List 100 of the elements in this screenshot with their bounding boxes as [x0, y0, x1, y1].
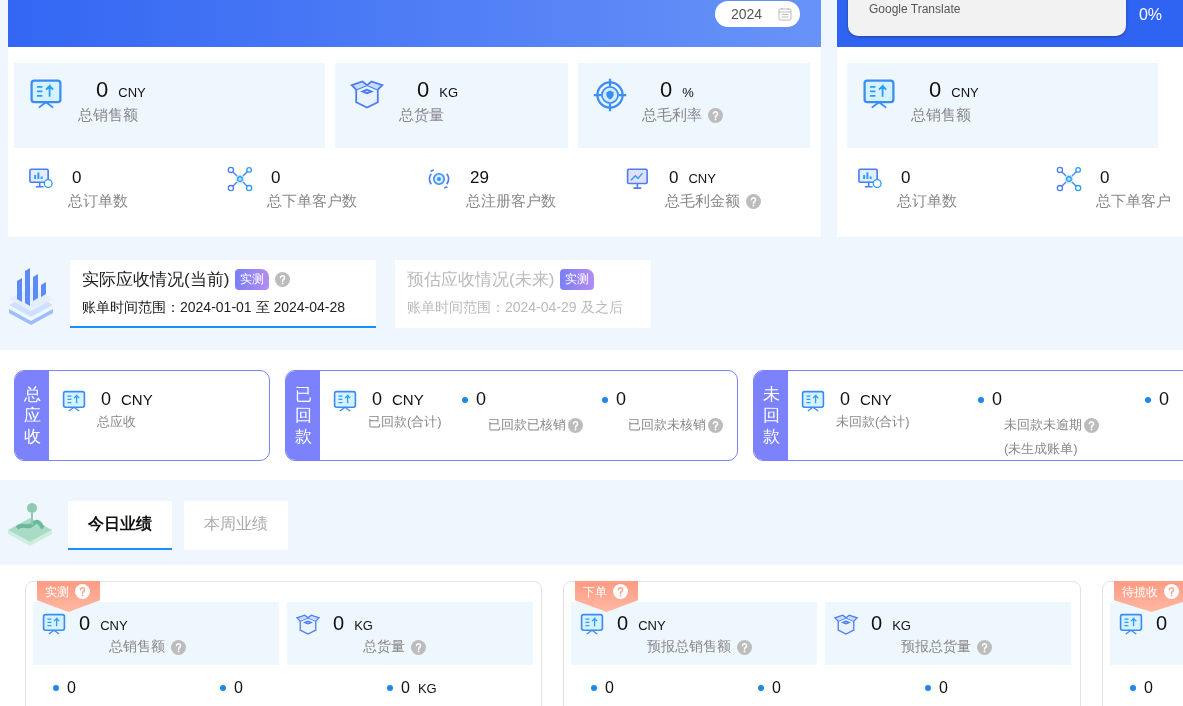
stat-value: 0: [1100, 168, 1110, 188]
metric-unit: CNY: [638, 618, 666, 633]
help-icon[interactable]: [411, 639, 426, 655]
metric-label: 预报总销售额: [647, 638, 731, 656]
box-icon: [295, 612, 321, 638]
stat-value: 0: [401, 679, 410, 697]
metric-label: 总销售额: [109, 638, 165, 656]
amount-note: (未生成账单): [1003, 440, 1079, 458]
performance-tab[interactable]: 今日业绩: [68, 501, 172, 550]
amount-label: 已回款已核销: [488, 416, 566, 434]
metric-value: 0: [617, 612, 629, 635]
amount-value: 0: [992, 389, 1002, 410]
metric-unit: CNY: [951, 85, 979, 100]
ribbon-text: 实测: [45, 584, 69, 601]
amount-label: 已回款(合计): [368, 413, 442, 431]
amount-value: 0: [476, 389, 486, 410]
metric-label: 总货量: [399, 106, 444, 125]
stat-label: 总毛利金额: [665, 192, 740, 211]
bullet-dot: [591, 685, 597, 691]
help-icon[interactable]: [613, 584, 628, 599]
bullet-dot: [758, 685, 764, 691]
bullet-dot: [925, 685, 931, 691]
help-icon[interactable]: [977, 639, 992, 655]
card-side-label: 未回款: [754, 371, 788, 460]
ribbon-text: 待揽收: [1122, 584, 1158, 601]
help-icon[interactable]: [1164, 584, 1179, 599]
tab-title: 预估应收情况(未来): [407, 268, 555, 291]
bullet-dot: [1130, 685, 1136, 691]
metric-unit: %: [682, 85, 694, 100]
calendar-icon: [778, 7, 792, 21]
stat-label: 总订单数: [897, 192, 957, 211]
bullet-dot: [602, 396, 608, 403]
box-icon: [833, 612, 859, 638]
help-icon[interactable]: [737, 639, 752, 655]
help-icon[interactable]: [275, 271, 291, 287]
stat-unit: CNY: [688, 171, 716, 186]
stat-value: 0: [67, 679, 76, 697]
translate-popup: Google Translate: [848, 0, 1126, 36]
metric-value: 0: [1156, 612, 1168, 635]
amount-label: 已回款未核销: [628, 416, 706, 434]
metric-label: 总毛利率: [642, 106, 702, 125]
amount-value: 0: [1159, 389, 1169, 410]
stat-value: 0: [901, 168, 911, 188]
bullet-dot: [387, 685, 393, 691]
stat-value: 0: [1144, 679, 1153, 697]
stat-value: 29: [470, 168, 489, 188]
stat-label: 总下单客户数: [267, 192, 357, 211]
measured-tag: 实测: [560, 268, 595, 290]
card-side-label: 总应收: [15, 371, 49, 460]
help-icon[interactable]: [1084, 417, 1099, 433]
help-icon[interactable]: [746, 194, 761, 209]
amount-label: 总应收: [97, 413, 137, 431]
network-icon: [227, 166, 253, 192]
metric-label: 总销售额: [911, 106, 971, 125]
stat-value: 0: [271, 168, 281, 188]
bullet-dot: [978, 396, 984, 403]
tab-title: 实际应收情况(当前): [82, 268, 230, 291]
help-icon[interactable]: [708, 108, 723, 123]
year-picker[interactable]: 2024: [715, 1, 800, 27]
ribbon-text: 下单: [583, 584, 607, 601]
metric-value: 0: [79, 612, 91, 635]
stat-value: 0: [605, 679, 614, 697]
card-side-label: 已回款: [286, 371, 320, 460]
metric-unit: KG: [892, 618, 911, 633]
bullet-dot: [462, 396, 468, 403]
amount-value: 0: [840, 389, 850, 410]
help-icon[interactable]: [568, 417, 583, 433]
metric-label: 总货量: [363, 638, 405, 656]
help-icon[interactable]: [708, 417, 723, 433]
metric-unit: CNY: [100, 618, 128, 633]
help-icon[interactable]: [171, 639, 186, 655]
metric-unit: KG: [439, 85, 459, 100]
stat-label: 总注册客户数: [466, 192, 556, 211]
stat-value: 0: [72, 168, 82, 188]
amount-value: 0: [616, 389, 626, 410]
date-range-text: 账单时间范围：2024-04-29 及之后: [407, 298, 624, 317]
percent-text: 0%: [1138, 6, 1162, 24]
metric-unit: CNY: [118, 85, 146, 100]
stat-value: 0: [234, 679, 243, 697]
metric-value: 0: [333, 612, 345, 635]
metric-value: 0: [660, 77, 673, 103]
amount-unit: CNY: [392, 391, 424, 408]
amount-label: 未回款(合计): [836, 413, 910, 431]
bullet-dot: [53, 685, 59, 691]
stat-value: 0: [939, 679, 948, 697]
metric-label: 预报总货量: [901, 638, 971, 656]
metric-unit: KG: [354, 618, 373, 633]
orbit-icon: [426, 166, 452, 192]
metric-value: 0: [871, 612, 883, 635]
metric-value: 0: [417, 77, 430, 103]
presentation-icon: [625, 166, 651, 192]
amount-label: 未回款未逾期: [1004, 416, 1082, 434]
network-icon: [1056, 166, 1082, 192]
target-icon: [592, 77, 628, 113]
stat-label: 总下单客户: [1096, 192, 1171, 211]
bullet-dot: [1145, 396, 1151, 403]
help-icon[interactable]: [75, 584, 90, 599]
date-range-text: 账单时间范围：2024-01-01 至 2024-04-28: [82, 298, 346, 317]
bullet-dot: [220, 685, 226, 691]
receivable-tab[interactable]: 实际应收情况(当前) 实测 账单时间范围：2024-01-01 至 2024-04-28: [70, 259, 376, 328]
